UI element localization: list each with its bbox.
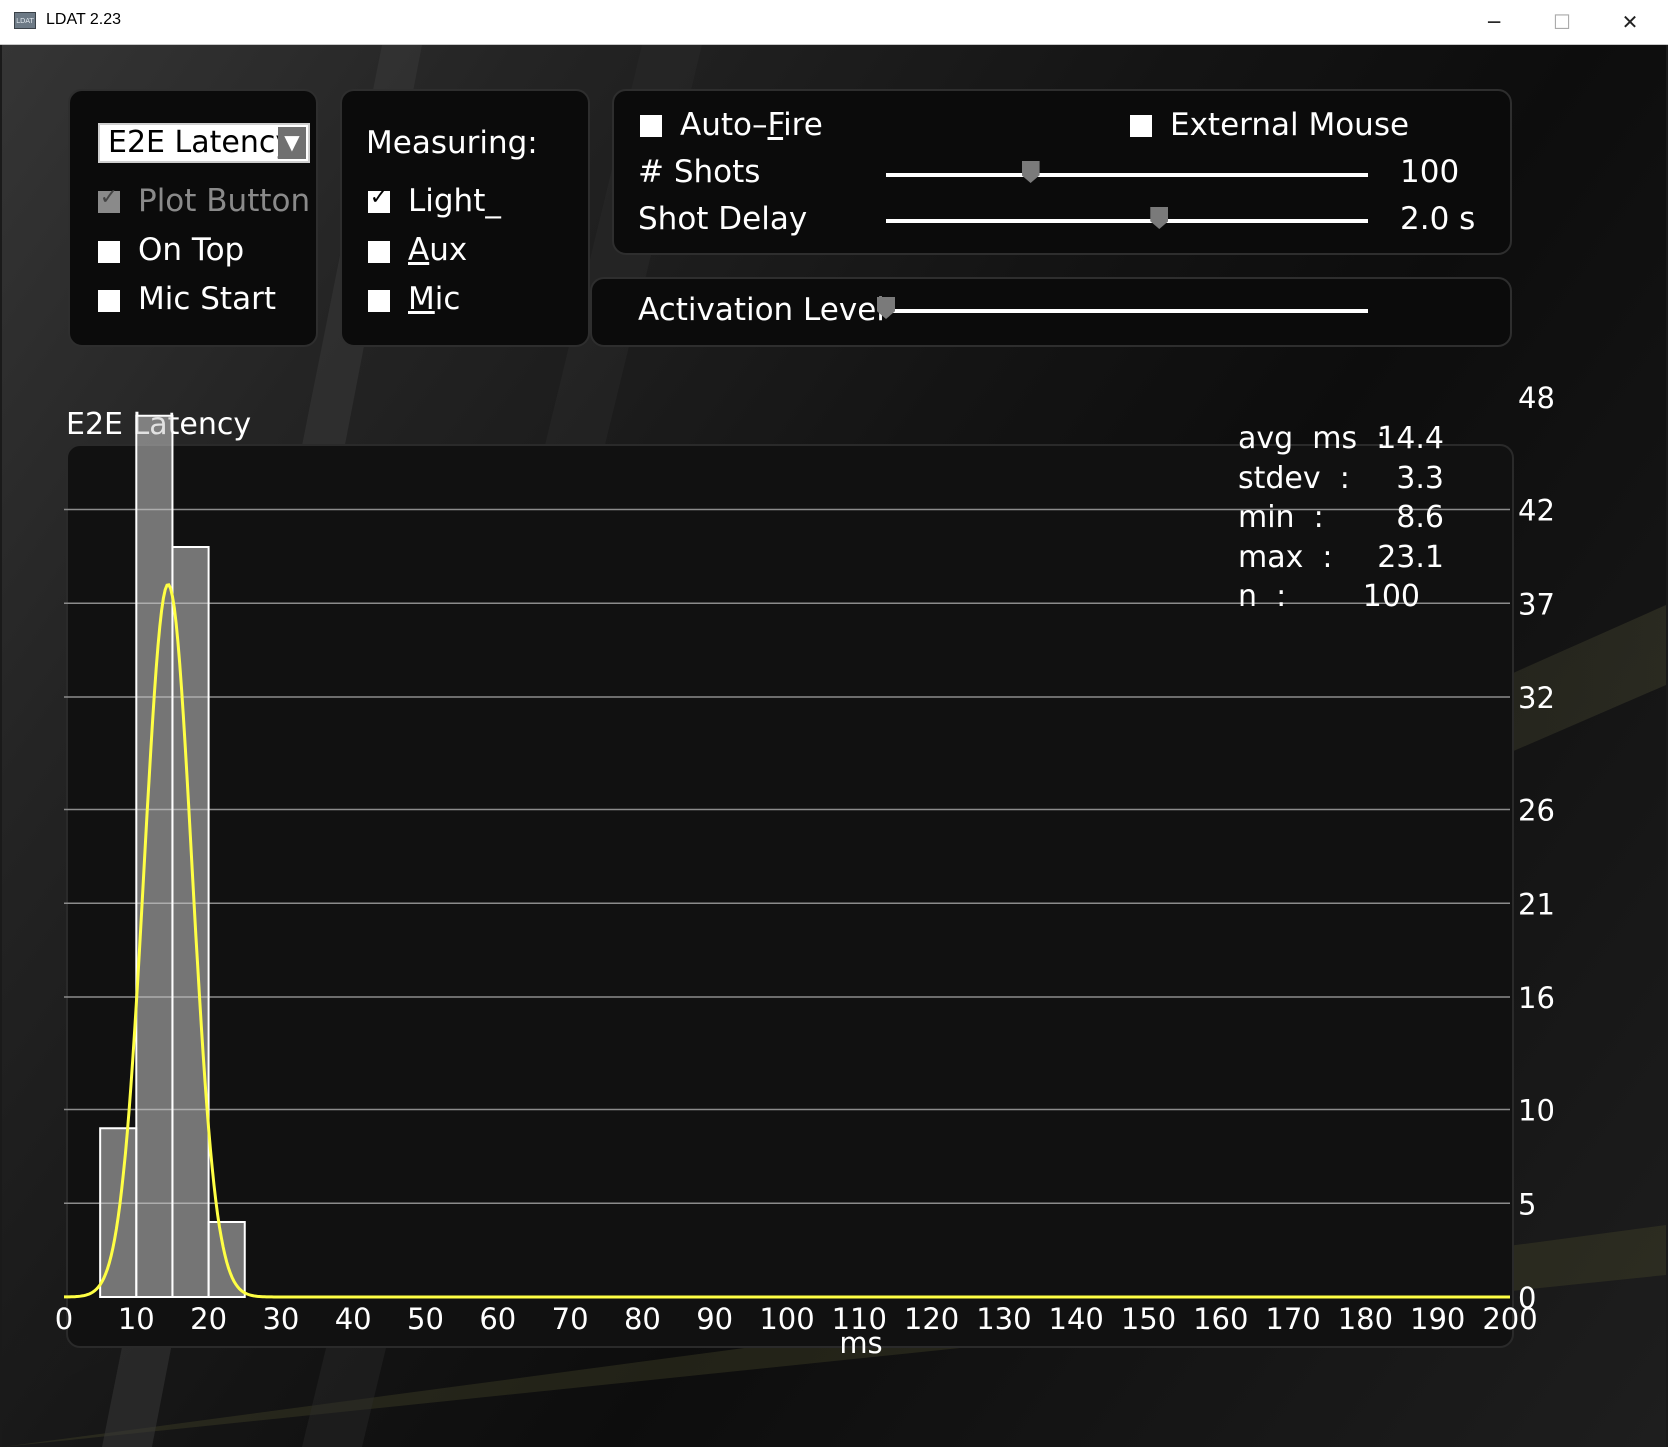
- x-tick-label: 120: [904, 1302, 959, 1336]
- stat-n-value: 100: [1362, 579, 1420, 614]
- y-tick-label: 37: [1518, 587, 1555, 621]
- x-tick-label: 180: [1338, 1302, 1393, 1336]
- close-button[interactable]: ✕: [1596, 0, 1664, 44]
- x-tick-label: 160: [1193, 1302, 1248, 1336]
- histogram-bar: [135, 414, 174, 1298]
- y-tick-label: 16: [1518, 981, 1555, 1015]
- x-tick-label: 20: [190, 1302, 227, 1336]
- x-tick-label: 10: [118, 1302, 155, 1336]
- title-bar: LDAT LDAT 2.23 ─ ☐ ✕: [0, 0, 1668, 45]
- stat-min-value: 8.6: [1396, 500, 1444, 535]
- stat-stdev-value: 3.3: [1396, 460, 1444, 496]
- y-tick-label: 5: [1518, 1187, 1536, 1221]
- y-tick-label: 42: [1518, 494, 1555, 528]
- app-client-area: E2E Latency ▼ ✓ Plot Button On Top Mic S…: [2, 45, 1666, 1447]
- x-tick-label: 130: [976, 1302, 1031, 1336]
- x-axis-label: ms: [839, 1326, 882, 1360]
- y-tick-label: 10: [1518, 1094, 1555, 1128]
- x-tick-label: 60: [479, 1302, 516, 1336]
- x-tick-label: 30: [262, 1302, 299, 1336]
- x-tick-label: 0: [55, 1302, 73, 1336]
- x-tick-label: 40: [335, 1302, 372, 1336]
- x-tick-label: 50: [407, 1302, 444, 1336]
- minimize-button[interactable]: ─: [1460, 0, 1528, 44]
- stat-max-value: 23.1: [1377, 539, 1444, 575]
- x-tick-label: 80: [624, 1302, 661, 1336]
- y-tick-label: 48: [1518, 381, 1555, 415]
- y-tick-label: 32: [1518, 681, 1555, 715]
- stat-avg-value: 14.4: [1377, 421, 1444, 456]
- x-tick-label: 140: [1049, 1302, 1104, 1336]
- x-tick-label: 70: [552, 1302, 589, 1336]
- x-tick-label: 170: [1265, 1302, 1320, 1336]
- window-title: LDAT 2.23: [46, 11, 122, 28]
- app-icon: LDAT: [14, 12, 36, 29]
- x-tick-label: 100: [759, 1302, 814, 1336]
- histogram-chart: 0510162126323742480 10 20 30 40 50 60 70 80 90 100…: [55, 381, 1555, 1360]
- x-tick-label: 200: [1482, 1302, 1537, 1336]
- gaussian-fit-line: [64, 583, 1510, 1299]
- y-tick-label: 26: [1518, 794, 1555, 828]
- maximize-button[interactable]: ☐: [1528, 0, 1596, 44]
- x-tick-label: 90: [696, 1302, 733, 1336]
- y-tick-label: 21: [1518, 887, 1555, 921]
- x-tick-label: 150: [1121, 1302, 1176, 1336]
- x-tick-label: 190: [1410, 1302, 1465, 1336]
- stats-values: 14.4 3.3 8.6 23.1 100: [1332, 421, 1444, 619]
